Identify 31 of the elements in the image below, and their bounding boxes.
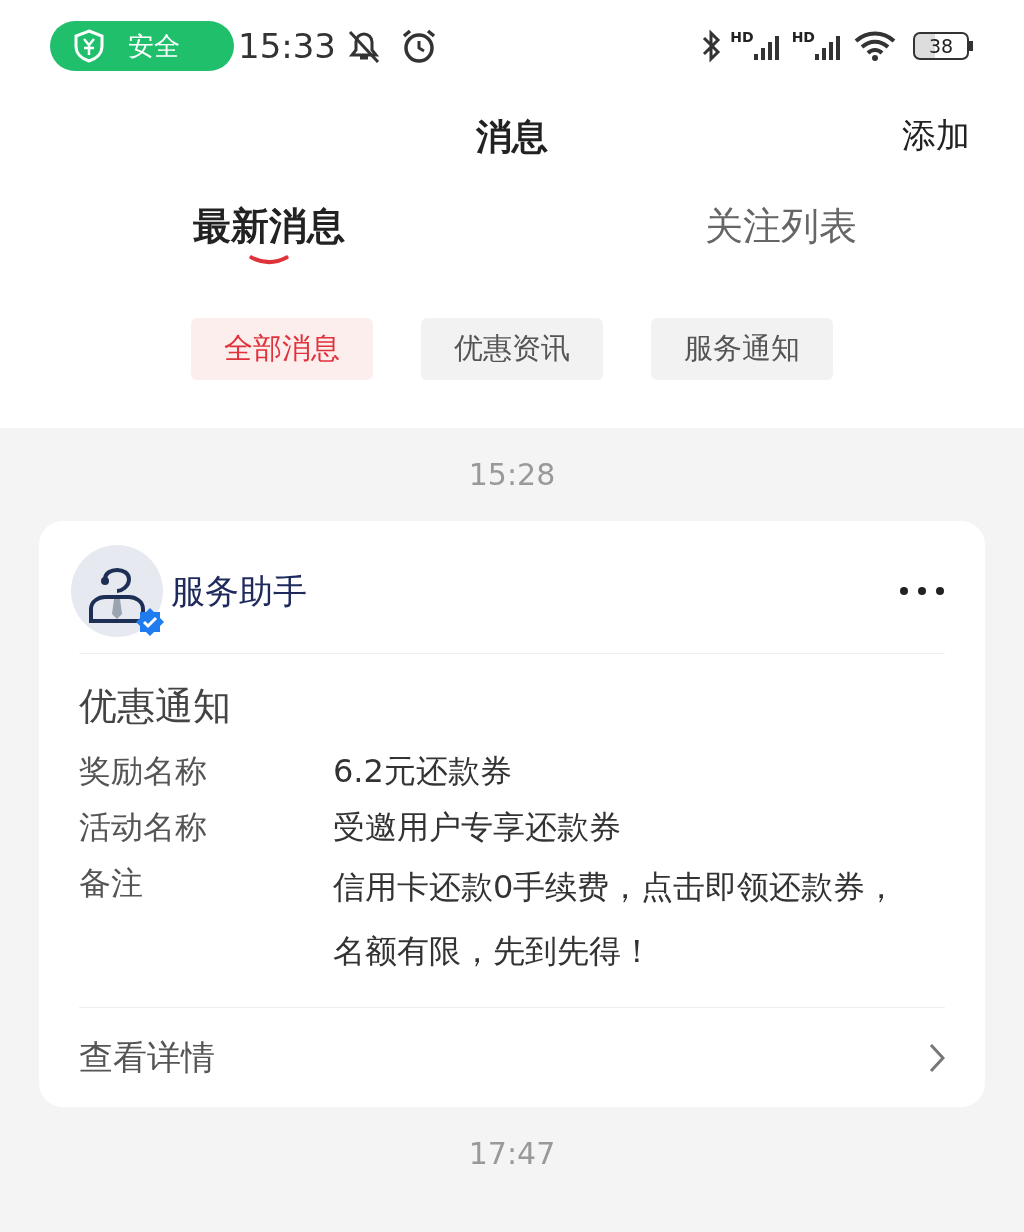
detail-link[interactable]: 查看详情: [79, 1008, 945, 1107]
chevron-right-icon: [929, 1042, 945, 1073]
verified-badge-icon: [135, 607, 165, 637]
field-label: 备注: [79, 863, 144, 904]
field-value: 受邀用户专享还款券: [333, 807, 622, 848]
security-badge: 安全: [50, 21, 234, 71]
sender-name: 服务助手: [171, 569, 307, 613]
tab[interactable]: 最新消息: [193, 198, 345, 255]
bluetooth-icon: [700, 28, 723, 64]
field-label: 奖励名称: [79, 751, 208, 792]
battery-tip-icon: [969, 41, 974, 51]
filter-chip[interactable]: 服务通知: [651, 318, 833, 380]
battery-level: 38: [913, 32, 969, 60]
message-time: 15:28: [468, 457, 556, 492]
field-value: 6.2元还款券: [333, 751, 513, 792]
page-title: 消息: [476, 115, 548, 159]
field-label: 活动名称: [79, 807, 208, 848]
clock-time: 15:33: [238, 24, 336, 68]
add-link[interactable]: 添加: [902, 110, 970, 161]
field-value: 信用卡还款0手续费，点击即领还款券，名额有限，先到先得！: [333, 867, 899, 972]
message-time: 17:47: [468, 1136, 556, 1171]
shield-icon: [74, 29, 104, 63]
network-type-label: HD: [730, 30, 754, 44]
notice-category: 优惠通知: [79, 684, 231, 728]
filter-chip[interactable]: 优惠资讯: [421, 318, 603, 380]
network-type-label: HD: [791, 30, 815, 44]
more-icon: [899, 586, 945, 596]
tab[interactable]: 关注列表: [705, 198, 857, 255]
alarm-clock-icon: [400, 28, 438, 64]
wifi-icon: [853, 29, 897, 63]
filter-chip[interactable]: 全部消息: [191, 318, 373, 380]
